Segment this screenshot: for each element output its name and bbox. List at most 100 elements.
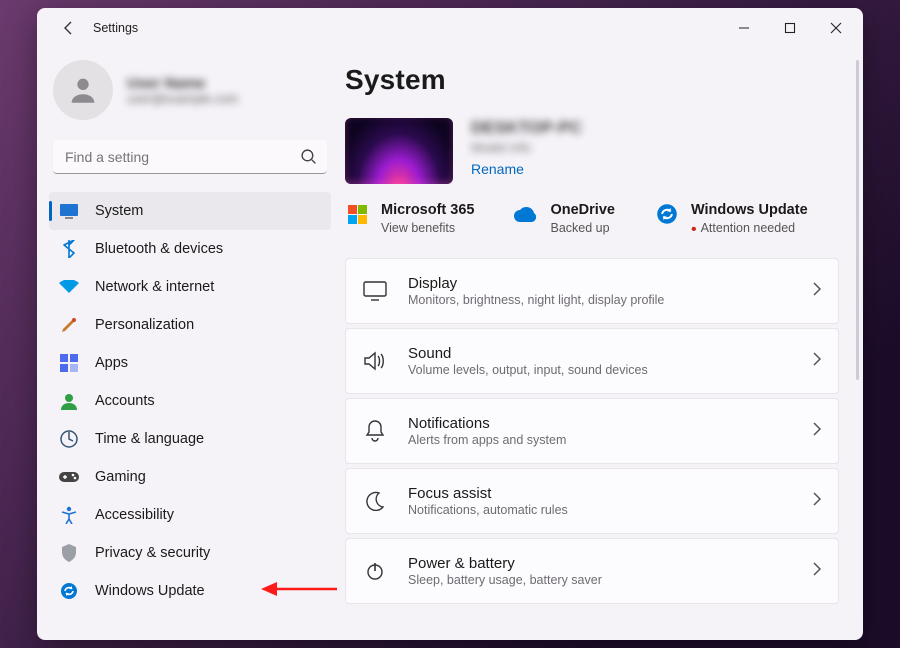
card-display[interactable]: DisplayMonitors, brightness, night light… (345, 258, 839, 324)
shield-icon (59, 543, 79, 563)
sidebar-item-label: Bluetooth & devices (95, 241, 223, 257)
card-power-battery[interactable]: Power & batterySleep, battery usage, bat… (345, 538, 839, 604)
page-title: System (345, 64, 839, 96)
power-icon (362, 558, 388, 584)
sidebar-item-label: System (95, 203, 143, 219)
status-title: Microsoft 365 (381, 202, 474, 219)
content: System DESKTOP-PC Model info Rename Micr… (343, 48, 863, 640)
update-icon (655, 202, 679, 226)
card-notifications[interactable]: NotificationsAlerts from apps and system (345, 398, 839, 464)
profile-email: user@example.com (127, 92, 238, 106)
status-title: Windows Update (691, 202, 808, 219)
pc-name: DESKTOP-PC (471, 118, 582, 138)
sidebar-item-gaming[interactable]: Gaming (49, 458, 331, 496)
wifi-icon (59, 277, 79, 297)
profile-name: User Name (127, 75, 238, 92)
sidebar-item-label: Gaming (95, 469, 146, 485)
chevron-right-icon (812, 422, 822, 441)
nav: System Bluetooth & devices Network & int… (49, 192, 331, 610)
maximize-icon (784, 22, 796, 34)
status-row: Microsoft 365 View benefits OneDrive Bac… (345, 202, 839, 236)
sidebar-item-personalization[interactable]: Personalization (49, 306, 331, 344)
card-focus-assist[interactable]: Focus assistNotifications, automatic rul… (345, 468, 839, 534)
card-sub: Sleep, battery usage, battery saver (408, 573, 792, 587)
accessibility-icon (59, 505, 79, 525)
sidebar: User Name user@example.com System Blueto… (37, 48, 343, 640)
sidebar-item-label: Apps (95, 355, 128, 371)
card-title: Notifications (408, 415, 792, 432)
maximize-button[interactable] (767, 12, 813, 44)
sidebar-item-privacy[interactable]: Privacy & security (49, 534, 331, 572)
close-button[interactable] (813, 12, 859, 44)
microsoft-logo-icon (345, 202, 369, 226)
back-button[interactable] (57, 16, 81, 40)
pc-model: Model info (471, 140, 582, 155)
sidebar-item-windows-update[interactable]: Windows Update (49, 572, 331, 610)
card-sub: Alerts from apps and system (408, 433, 792, 447)
sidebar-item-label: Accessibility (95, 507, 174, 523)
bluetooth-icon (59, 239, 79, 259)
status-title: OneDrive (550, 202, 614, 219)
arrow-left-icon (61, 20, 77, 36)
settings-card-list: DisplayMonitors, brightness, night light… (345, 258, 839, 604)
desktop-preview-image (345, 118, 453, 184)
gaming-icon (59, 467, 79, 487)
profile-block[interactable]: User Name user@example.com (49, 56, 331, 134)
chevron-right-icon (812, 562, 822, 581)
status-windows-update[interactable]: Windows Update Attention needed (655, 202, 808, 236)
titlebar: Settings (37, 8, 863, 48)
sidebar-item-label: Privacy & security (95, 545, 210, 561)
sidebar-item-label: Network & internet (95, 279, 214, 295)
status-m365[interactable]: Microsoft 365 View benefits (345, 202, 474, 236)
sidebar-item-label: Time & language (95, 431, 204, 447)
card-title: Sound (408, 345, 792, 362)
display-icon (362, 278, 388, 304)
card-title: Display (408, 275, 792, 292)
avatar (53, 60, 113, 120)
profile-text: User Name user@example.com (127, 75, 238, 106)
status-sub: View benefits (381, 221, 474, 236)
card-sub: Notifications, automatic rules (408, 503, 792, 517)
sidebar-item-time-language[interactable]: Time & language (49, 420, 331, 458)
apps-icon (59, 353, 79, 373)
search-input[interactable] (53, 140, 327, 174)
settings-window: Settings User Name user@example.com (37, 8, 863, 640)
status-onedrive[interactable]: OneDrive Backed up (514, 202, 614, 236)
chevron-right-icon (812, 352, 822, 371)
hero: DESKTOP-PC Model info Rename (345, 118, 839, 184)
sidebar-item-apps[interactable]: Apps (49, 344, 331, 382)
search-icon (300, 148, 317, 170)
chevron-right-icon (812, 282, 822, 301)
scrollbar[interactable] (856, 60, 859, 380)
sidebar-item-bluetooth[interactable]: Bluetooth & devices (49, 230, 331, 268)
card-sub: Monitors, brightness, night light, displ… (408, 293, 792, 307)
sidebar-item-label: Personalization (95, 317, 194, 333)
sound-icon (362, 348, 388, 374)
globe-clock-icon (59, 429, 79, 449)
update-icon (59, 581, 79, 601)
sidebar-item-label: Accounts (95, 393, 155, 409)
moon-icon (362, 488, 388, 514)
search-wrap (53, 140, 327, 174)
window-controls (721, 12, 859, 44)
sidebar-item-accounts[interactable]: Accounts (49, 382, 331, 420)
sidebar-item-system[interactable]: System (49, 192, 331, 230)
status-sub: Attention needed (691, 221, 808, 236)
app-title: Settings (93, 21, 138, 35)
close-icon (830, 22, 842, 34)
status-sub: Backed up (550, 221, 614, 236)
person-icon (66, 73, 100, 107)
card-title: Power & battery (408, 555, 792, 572)
paintbrush-icon (59, 315, 79, 335)
onedrive-icon (514, 202, 538, 226)
minimize-button[interactable] (721, 12, 767, 44)
sidebar-item-network[interactable]: Network & internet (49, 268, 331, 306)
card-sound[interactable]: SoundVolume levels, output, input, sound… (345, 328, 839, 394)
rename-link[interactable]: Rename (471, 161, 582, 177)
system-icon (59, 201, 79, 221)
sidebar-item-accessibility[interactable]: Accessibility (49, 496, 331, 534)
sidebar-item-label: Windows Update (95, 583, 205, 599)
chevron-right-icon (812, 492, 822, 511)
card-title: Focus assist (408, 485, 792, 502)
card-sub: Volume levels, output, input, sound devi… (408, 363, 792, 377)
